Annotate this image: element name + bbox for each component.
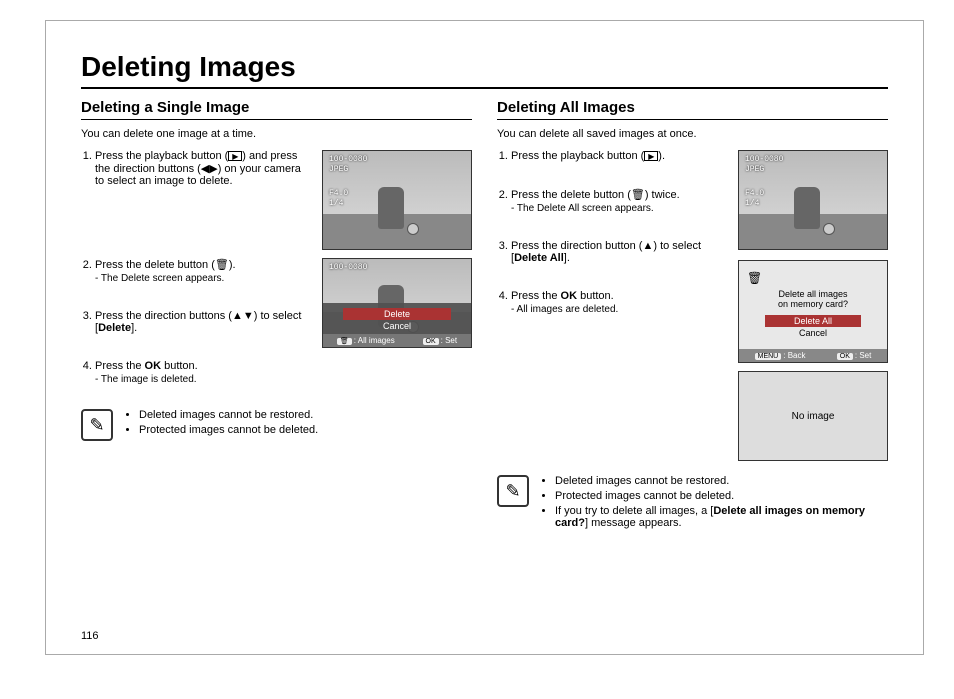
playback-icon: ▶ — [228, 151, 242, 161]
page-number: 116 — [81, 630, 99, 642]
step-2: Press the delete button (🗑). - The Delet… — [95, 258, 312, 284]
intro-all: You can delete all saved images at once. — [497, 128, 888, 140]
lcd-delete-menu: 100-0080 Delete Cancel 🗑: All images OK:… — [322, 258, 472, 348]
step-1: Press the playback button (▶). — [511, 150, 728, 162]
step-4: Press the OK button. - The image is dele… — [95, 360, 312, 385]
note-single: ✎ Deleted images cannot be restored. Pro… — [81, 409, 472, 441]
page-title: Deleting Images — [81, 51, 888, 89]
ok-icon: OK — [837, 353, 853, 360]
intro-single: You can delete one image at a time. — [81, 128, 472, 140]
step-1: Press the playback button (▶) and press … — [95, 150, 312, 187]
trash-icon: 🗑 — [631, 189, 645, 201]
trash-icon: 🗑 — [215, 259, 229, 271]
menu-opt-cancel: Cancel — [343, 320, 451, 332]
playback-icon: ▶ — [644, 151, 658, 161]
ok-icon: OK — [423, 338, 439, 345]
section-single: Deleting a Single Image You can delete o… — [81, 99, 472, 532]
menu-icon: MENU — [755, 353, 782, 360]
trash-icon: 🗑 — [747, 271, 879, 285]
step-3: Press the direction button (▲) to select… — [511, 240, 728, 264]
note-all: ✎ Deleted images cannot be restored. Pro… — [497, 475, 888, 532]
note-item: Deleted images cannot be restored. — [139, 409, 318, 421]
note-item: Protected images cannot be deleted. — [139, 424, 318, 436]
dialog-opt-delete-all: Delete All — [765, 315, 861, 327]
subtitle-single: Deleting a Single Image — [81, 99, 472, 120]
dialog-opt-cancel: Cancel — [765, 327, 861, 339]
note-item: Deleted images cannot be restored. — [555, 475, 888, 487]
section-all: Deleting All Images You can delete all s… — [497, 99, 888, 532]
lcd-delete-all-dialog: 🗑 Delete all images on memory card? Dele… — [738, 260, 888, 363]
note-icon: ✎ — [497, 475, 529, 507]
step-2: Press the delete button (🗑) twice. - The… — [511, 188, 728, 214]
lcd-no-image: No image — [738, 371, 888, 461]
step-3: Press the direction buttons (▲▼) to sele… — [95, 310, 312, 334]
step-4: Press the OK button. - All images are de… — [511, 290, 728, 315]
note-item: Protected images cannot be deleted. — [555, 490, 888, 502]
lcd-preview-1: 100-0080 JPEG F4.0 1/4 — [322, 150, 472, 250]
subtitle-all: Deleting All Images — [497, 99, 888, 120]
note-item: If you try to delete all images, a [Dele… — [555, 505, 888, 529]
lcd-preview-2: 100-0080 JPEG F4.0 1/4 — [738, 150, 888, 250]
trash-icon: 🗑 — [337, 338, 352, 345]
note-icon: ✎ — [81, 409, 113, 441]
menu-opt-delete: Delete — [343, 308, 451, 320]
